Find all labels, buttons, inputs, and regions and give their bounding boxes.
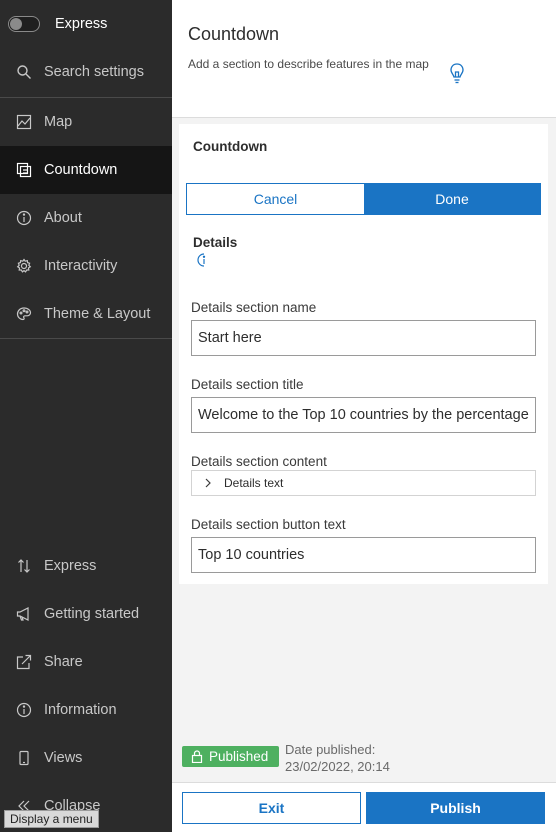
publish-date-value: 23/02/2022, 20:14 bbox=[285, 759, 390, 774]
publish-date-label: Date published: bbox=[285, 742, 376, 757]
search-icon bbox=[16, 64, 32, 80]
sidebar-item-label: Countdown bbox=[44, 162, 118, 178]
panel-header: Countdown Add a section to describe feat… bbox=[172, 0, 556, 118]
settings-panel: Countdown Add a section to describe feat… bbox=[172, 0, 556, 832]
sidebar-item-getting-started[interactable]: Getting started bbox=[0, 590, 172, 638]
footer-bar: Exit Publish bbox=[172, 782, 556, 832]
section-button-text-input[interactable]: Top 10 countries bbox=[191, 537, 536, 573]
sidebar-item-label: About bbox=[44, 210, 82, 226]
sidebar-item-label: Share bbox=[44, 654, 83, 670]
section-title-label: Details section title bbox=[191, 377, 304, 392]
sidebar-item-label: Getting started bbox=[44, 606, 140, 622]
tooltip: Display a menu bbox=[4, 810, 99, 828]
card-title: Countdown bbox=[193, 139, 268, 154]
countdown-editor-card: Countdown Cancel Done Details Details se… bbox=[179, 124, 548, 584]
sidebar-item-information[interactable]: Information bbox=[0, 686, 172, 734]
sidebar-item-label: Theme & Layout bbox=[44, 306, 151, 322]
sidebar-item-share[interactable]: Share bbox=[0, 638, 172, 686]
share-icon bbox=[16, 654, 32, 670]
sidebar-item-express[interactable]: Express bbox=[0, 542, 172, 590]
page-description: Add a section to describe features in th… bbox=[188, 57, 429, 71]
sidebar-item-views[interactable]: Views bbox=[0, 734, 172, 782]
sidebar-item-interactivity[interactable]: Interactivity bbox=[0, 242, 172, 290]
toggle-knob bbox=[10, 18, 22, 30]
expander-label: Details text bbox=[224, 476, 284, 490]
divider bbox=[0, 338, 172, 339]
info-icon[interactable] bbox=[197, 253, 211, 267]
status-badge-label: Published bbox=[209, 749, 269, 764]
search-settings-label: Search settings bbox=[44, 64, 144, 80]
toggle-label: Express bbox=[55, 16, 108, 32]
done-button[interactable]: Done bbox=[364, 184, 540, 214]
sidebar-item-label: Information bbox=[44, 702, 117, 718]
sidebar-item-theme-layout[interactable]: Theme & Layout bbox=[0, 290, 172, 338]
sidebar-item-about[interactable]: About bbox=[0, 194, 172, 242]
section-button-label: Details section button text bbox=[191, 517, 346, 532]
lock-icon bbox=[191, 750, 203, 763]
page-title: Countdown bbox=[188, 24, 280, 44]
chevron-right-icon bbox=[205, 478, 211, 488]
sidebar-item-label: Interactivity bbox=[44, 258, 118, 274]
gear-icon bbox=[16, 258, 32, 274]
cancel-done-group: Cancel Done bbox=[186, 183, 541, 215]
details-text-expander[interactable]: Details text bbox=[191, 470, 536, 496]
device-icon bbox=[16, 750, 32, 766]
map-icon bbox=[16, 114, 32, 130]
sidebar-item-map[interactable]: Map bbox=[0, 98, 172, 146]
status-badge: Published bbox=[182, 746, 279, 767]
palette-icon bbox=[16, 306, 32, 322]
publish-date: Date published: 23/02/2022, 20:14 bbox=[285, 741, 390, 775]
sidebar-item-label: Express bbox=[44, 558, 97, 574]
cancel-button[interactable]: Cancel bbox=[187, 184, 364, 214]
section-heading: Details bbox=[193, 235, 238, 250]
section-name-label: Details section name bbox=[191, 300, 317, 315]
publish-button[interactable]: Publish bbox=[366, 792, 545, 824]
section-content-label: Details section content bbox=[191, 454, 327, 469]
info-icon bbox=[16, 702, 32, 718]
section-title-input[interactable]: Welcome to the Top 10 countries by the p… bbox=[191, 397, 536, 433]
toggle-switch[interactable] bbox=[8, 16, 40, 32]
sort-arrows-icon bbox=[16, 558, 32, 574]
sidebar-item-label: Views bbox=[44, 750, 83, 766]
search-settings[interactable]: Search settings bbox=[0, 48, 172, 96]
sidebar-item-countdown[interactable]: Countdown bbox=[0, 146, 172, 194]
sidebar: Express Search settings Map Countdown Ab… bbox=[0, 0, 172, 832]
info-icon bbox=[16, 210, 32, 226]
exit-button[interactable]: Exit bbox=[182, 792, 361, 824]
sidebar-item-label: Map bbox=[44, 114, 73, 130]
express-mode-toggle[interactable]: Express bbox=[0, 8, 107, 40]
section-name-input[interactable]: Start here bbox=[191, 320, 536, 356]
countdown-icon bbox=[16, 162, 32, 178]
megaphone-icon bbox=[16, 606, 32, 622]
lightbulb-icon[interactable] bbox=[448, 62, 466, 86]
